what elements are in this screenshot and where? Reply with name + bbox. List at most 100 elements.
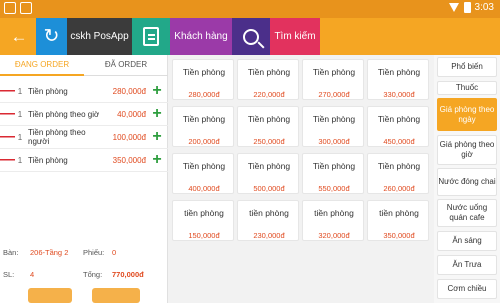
category-item[interactable]: Phổ biến <box>437 57 497 77</box>
category-label: Giá phòng theo giờ <box>439 140 495 159</box>
product-card[interactable]: tiền phòng 230,000đ <box>237 200 299 241</box>
product-name: Tiền phòng <box>182 67 226 77</box>
note-button[interactable] <box>132 18 170 55</box>
category-item[interactable]: Nước đóng chai <box>437 168 497 196</box>
product-price: 500,000đ <box>253 184 285 193</box>
cskh-label: cskh PosApp <box>70 31 129 42</box>
order-item-name: Tiền phòng theo người <box>28 128 86 146</box>
category-item[interactable]: Giá phòng theo giờ <box>437 135 497 165</box>
product-price: 150,000đ <box>188 231 220 240</box>
order-tabs: ĐANG ORDER ĐÃ ORDER <box>0 55 168 76</box>
order-item-name: Tiền phòng <box>28 155 68 165</box>
order-qty: 1 <box>17 86 23 96</box>
product-card[interactable]: Tiền phòng 330,000đ <box>367 59 429 100</box>
find-label: Tìm kiếm <box>274 31 316 42</box>
product-price: 250,000đ <box>253 137 285 146</box>
plus-icon[interactable]: + <box>146 106 168 122</box>
order-row[interactable]: —1 Tiền phòng theo giờ 40,000đ + <box>0 103 168 126</box>
product-price: 280,000đ <box>188 90 220 99</box>
search-button[interactable] <box>232 18 270 55</box>
product-price: 270,000đ <box>318 90 350 99</box>
top-toolbar: ← ↻ cskh PosApp Khách hàng Tìm kiếm <box>0 18 500 55</box>
minus-icon[interactable]: — <box>0 106 15 121</box>
product-card[interactable]: tiền phòng 320,000đ <box>302 200 364 241</box>
tab-dang-order[interactable]: ĐANG ORDER <box>0 55 84 76</box>
sync-icon <box>20 2 32 14</box>
product-card[interactable]: Tiền phòng 200,000đ <box>172 106 234 147</box>
product-card[interactable]: Tiền phòng 260,000đ <box>367 153 429 194</box>
category-label: Ăn sáng <box>452 236 482 245</box>
plus-icon[interactable]: + <box>146 83 168 99</box>
category-item[interactable]: Thuốc <box>437 81 497 95</box>
order-row[interactable]: —1 Tiền phòng theo người 100,000đ + <box>0 126 168 149</box>
order-row[interactable]: —1 Tiền phòng 350,000đ + <box>0 149 168 172</box>
plus-icon[interactable]: + <box>146 129 168 145</box>
product-price: 400,000đ <box>188 184 220 193</box>
tong-value: 770,000đ <box>112 270 144 279</box>
category-item[interactable]: Cơm chiều <box>437 279 497 299</box>
order-action-button-1[interactable] <box>28 288 72 303</box>
order-qty: 1 <box>17 109 23 119</box>
status-time: 3:03 <box>474 2 494 13</box>
product-name: Tiền phòng <box>377 67 421 77</box>
category-label: Phổ biến <box>451 62 483 71</box>
plus-icon[interactable]: + <box>146 152 168 168</box>
product-card[interactable]: tiền phòng 350,000đ <box>367 200 429 241</box>
order-panel: ĐANG ORDER ĐÃ ORDER —1 Tiền phòng 280,000đ… <box>0 55 168 303</box>
product-price: 550,000đ <box>318 184 350 193</box>
category-label: Nước uống quán cafe <box>446 203 488 222</box>
product-name: Tiền phòng <box>312 67 356 77</box>
product-price: 300,000đ <box>318 137 350 146</box>
sl-label: SL: <box>3 270 15 279</box>
product-card[interactable]: Tiền phòng 220,000đ <box>237 59 299 100</box>
order-action-button-2[interactable] <box>92 288 140 303</box>
category-item[interactable]: Ăn Trưa <box>437 255 497 275</box>
product-name: Tiền phòng <box>312 114 356 124</box>
minus-icon[interactable]: — <box>0 129 15 144</box>
category-item[interactable]: Nước uống quán cafe <box>437 199 497 227</box>
back-arrow-icon[interactable]: ← <box>4 18 34 55</box>
product-name: Tiền phòng <box>377 161 421 171</box>
product-card[interactable]: Tiền phòng 280,000đ <box>172 59 234 100</box>
order-item-price: 100,000đ <box>112 132 146 142</box>
product-price: 220,000đ <box>253 90 285 99</box>
find-button[interactable]: Tìm kiếm <box>270 18 320 55</box>
summary-row-table: Bàn: 206-Tầng 2 Phiếu: 0 <box>0 248 168 270</box>
product-name: tiền phòng <box>379 208 419 218</box>
product-name: Tiền phòng <box>312 161 356 171</box>
tab-da-order[interactable]: ĐÃ ORDER <box>84 55 168 76</box>
product-price: 350,000đ <box>383 231 415 240</box>
order-row[interactable]: —1 Tiền phòng 280,000đ + <box>0 80 168 103</box>
category-label: Ăn Trưa <box>452 260 482 269</box>
order-item-name: Tiền phòng theo giờ <box>28 109 100 119</box>
product-price: 200,000đ <box>188 137 220 146</box>
customer-label: Khách hàng <box>174 31 228 42</box>
search-icon <box>243 28 259 45</box>
tong-label: Tổng: <box>83 270 103 279</box>
ban-value: 206-Tầng 2 <box>30 248 69 257</box>
refresh-button[interactable]: ↻ <box>36 18 67 55</box>
app-root: 3:03 ← ↻ cskh PosApp Khách hàng Tìm kiếm… <box>0 0 500 303</box>
product-card[interactable]: Tiền phòng 550,000đ <box>302 153 364 194</box>
order-qty: 1 <box>17 132 23 142</box>
order-item-price: 280,000đ <box>112 86 146 96</box>
product-card[interactable]: Tiền phòng 450,000đ <box>367 106 429 147</box>
cskh-posapp-button[interactable]: cskh PosApp <box>67 18 132 55</box>
product-card[interactable]: tiền phòng 150,000đ <box>172 200 234 241</box>
product-card[interactable]: Tiền phòng 250,000đ <box>237 106 299 147</box>
minus-icon[interactable]: — <box>0 152 15 167</box>
product-card[interactable]: Tiền phòng 300,000đ <box>302 106 364 147</box>
category-item[interactable]: Ăn sáng <box>437 231 497 251</box>
product-price: 230,000đ <box>253 231 285 240</box>
product-name: Tiền phòng <box>182 114 226 124</box>
refresh-icon: ↻ <box>43 26 60 47</box>
phieu-value: 0 <box>112 248 117 257</box>
minus-icon[interactable]: — <box>0 83 15 98</box>
order-summary: Bàn: 206-Tầng 2 Phiếu: 0 SL: 4 Tổng: 770… <box>0 248 168 292</box>
category-item[interactable]: Giá phòng theo ngày <box>437 98 497 131</box>
product-card[interactable]: Tiền phòng 500,000đ <box>237 153 299 194</box>
phieu-label: Phiếu: <box>83 248 105 257</box>
customer-button[interactable]: Khách hàng <box>170 18 232 55</box>
product-card[interactable]: Tiền phòng 400,000đ <box>172 153 234 194</box>
product-card[interactable]: Tiền phòng 270,000đ <box>302 59 364 100</box>
